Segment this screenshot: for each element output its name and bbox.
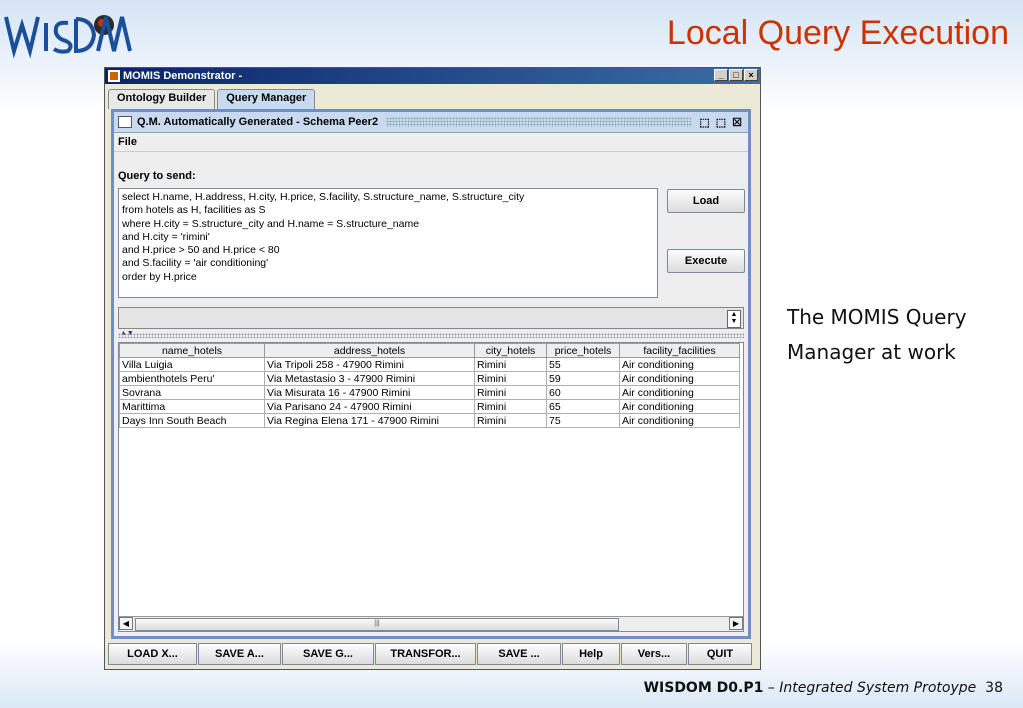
cell-price: 65 [546, 399, 620, 414]
quit-button[interactable]: QUIT [688, 643, 752, 665]
table-row[interactable]: Marittima Via Parisano 24 - 47900 Rimini… [119, 399, 740, 414]
caption-line: The MOMIS Query [787, 305, 967, 329]
cell-city: Rimini [474, 357, 547, 372]
cell-name: Days Inn South Beach [119, 413, 265, 428]
frame-title: Q.M. Automatically Generated - Schema Pe… [137, 116, 379, 128]
cell-address: Via Metastasio 3 - 47900 Rimini [264, 371, 475, 386]
cell-name: ambienthotels Peru' [119, 371, 265, 386]
scroll-right-icon[interactable]: ▶ [729, 617, 743, 630]
cell-address: Via Tripoli 258 - 47900 Rimini [264, 357, 475, 372]
cell-price: 55 [546, 357, 620, 372]
close-button[interactable]: × [744, 69, 758, 81]
query-textarea[interactable]: select H.name, H.address, H.city, H.pric… [118, 188, 658, 298]
spinner-arrows-icon[interactable]: ▲ ▼ [727, 310, 741, 328]
cell-city: Rimini [474, 399, 547, 414]
load-button[interactable]: Load [667, 189, 745, 213]
cell-facility: Air conditioning [619, 413, 740, 428]
tab-ontology-builder[interactable]: Ontology Builder [108, 89, 216, 109]
slide-title: Local Query Execution [666, 14, 1009, 52]
results-table: name_hotels address_hotels city_hotels p… [119, 343, 740, 428]
footer-project: WISDOM D0.P1 [643, 680, 764, 696]
frame-titlebar[interactable]: Q.M. Automatically Generated - Schema Pe… [114, 112, 748, 133]
maximize-button[interactable]: □ [729, 69, 743, 81]
cell-facility: Air conditioning [619, 385, 740, 400]
cell-name: Marittima [119, 399, 265, 414]
save-button[interactable]: SAVE ... [477, 643, 561, 665]
horizontal-scrollbar[interactable]: ◀ ||| ▶ [119, 616, 743, 631]
query-history-combo[interactable]: ▲ ▼ [118, 307, 744, 329]
table-row[interactable]: Sovrana Via Misurata 16 - 47900 Rimini R… [119, 385, 740, 400]
help-button[interactable]: Help [562, 643, 620, 665]
column-header[interactable]: price_hotels [546, 343, 620, 358]
app-icon [108, 70, 120, 82]
cell-name: Villa Luigia [119, 357, 265, 372]
minimize-button[interactable]: _ [714, 69, 728, 81]
scroll-thumb[interactable]: ||| [135, 618, 619, 631]
cell-city: Rimini [474, 413, 547, 428]
results-table-container: name_hotels address_hotels city_hotels p… [118, 342, 744, 632]
slide-caption: The MOMIS Query Manager at work [787, 300, 1007, 370]
cell-facility: Air conditioning [619, 371, 740, 386]
split-divider[interactable] [118, 333, 744, 338]
cell-name: Sovrana [119, 385, 265, 400]
scroll-left-icon[interactable]: ◀ [119, 617, 133, 630]
wisdom-logo [4, 15, 132, 59]
save-g-button[interactable]: SAVE G... [282, 643, 374, 665]
table-row[interactable]: ambienthotels Peru' Via Metastasio 3 - 4… [119, 371, 740, 386]
execute-button[interactable]: Execute [667, 249, 745, 273]
column-header[interactable]: facility_facilities [619, 343, 740, 358]
menu-bar: File [114, 133, 748, 152]
table-header-row: name_hotels address_hotels city_hotels p… [119, 343, 740, 358]
titlebar-grip [386, 117, 692, 127]
cell-city: Rimini [474, 371, 547, 386]
column-header[interactable]: city_hotels [474, 343, 547, 358]
cell-address: Via Regina Elena 171 - 47900 Rimini [264, 413, 475, 428]
iconify-icon[interactable]: ⬚ [699, 116, 709, 129]
cell-facility: Air conditioning [619, 399, 740, 414]
footer-separator: – [763, 680, 780, 696]
cell-price: 60 [546, 385, 620, 400]
column-header[interactable]: address_hotels [264, 343, 475, 358]
tab-query-manager[interactable]: Query Manager [217, 89, 316, 109]
version-button[interactable]: Vers... [621, 643, 687, 665]
cell-facility: Air conditioning [619, 357, 740, 372]
frame-icon [118, 116, 132, 128]
column-header[interactable]: name_hotels [119, 343, 265, 358]
footer-subtitle: Integrated System Protoype [779, 680, 977, 696]
maximize-icon[interactable]: ⬚ [716, 116, 726, 129]
table-row[interactable]: Villa Luigia Via Tripoli 258 - 47900 Rim… [119, 357, 740, 372]
page-number: 38 [985, 680, 1003, 696]
query-label: Query to send: [118, 170, 196, 182]
close-icon[interactable]: ☒ [732, 116, 742, 129]
transform-button[interactable]: TRANSFOR... [375, 643, 476, 665]
slide-footer: WISDOM D0.P1 – Integrated System Protoyp… [644, 680, 1003, 696]
save-a-button[interactable]: SAVE A... [198, 643, 281, 665]
cell-address: Via Misurata 16 - 47900 Rimini [264, 385, 475, 400]
tab-bar: Ontology Builder Query Manager [108, 89, 317, 109]
bottom-toolbar: LOAD X... SAVE A... SAVE G... TRANSFOR..… [108, 643, 756, 665]
cell-address: Via Parisano 24 - 47900 Rimini [264, 399, 475, 414]
cell-city: Rimini [474, 385, 547, 400]
query-manager-frame: Q.M. Automatically Generated - Schema Pe… [111, 109, 751, 639]
load-xml-button[interactable]: LOAD X... [108, 643, 197, 665]
table-row[interactable]: Days Inn South Beach Via Regina Elena 17… [119, 413, 740, 428]
window-titlebar[interactable]: MOMIS Demonstrator - _ □ × [105, 68, 760, 84]
cell-price: 75 [546, 413, 620, 428]
cell-price: 59 [546, 371, 620, 386]
menu-file[interactable]: File [118, 136, 137, 148]
momis-window: MOMIS Demonstrator - _ □ × Ontology Buil… [104, 67, 761, 670]
caption-line: Manager at work [787, 340, 956, 364]
window-title: MOMIS Demonstrator - [123, 70, 243, 82]
